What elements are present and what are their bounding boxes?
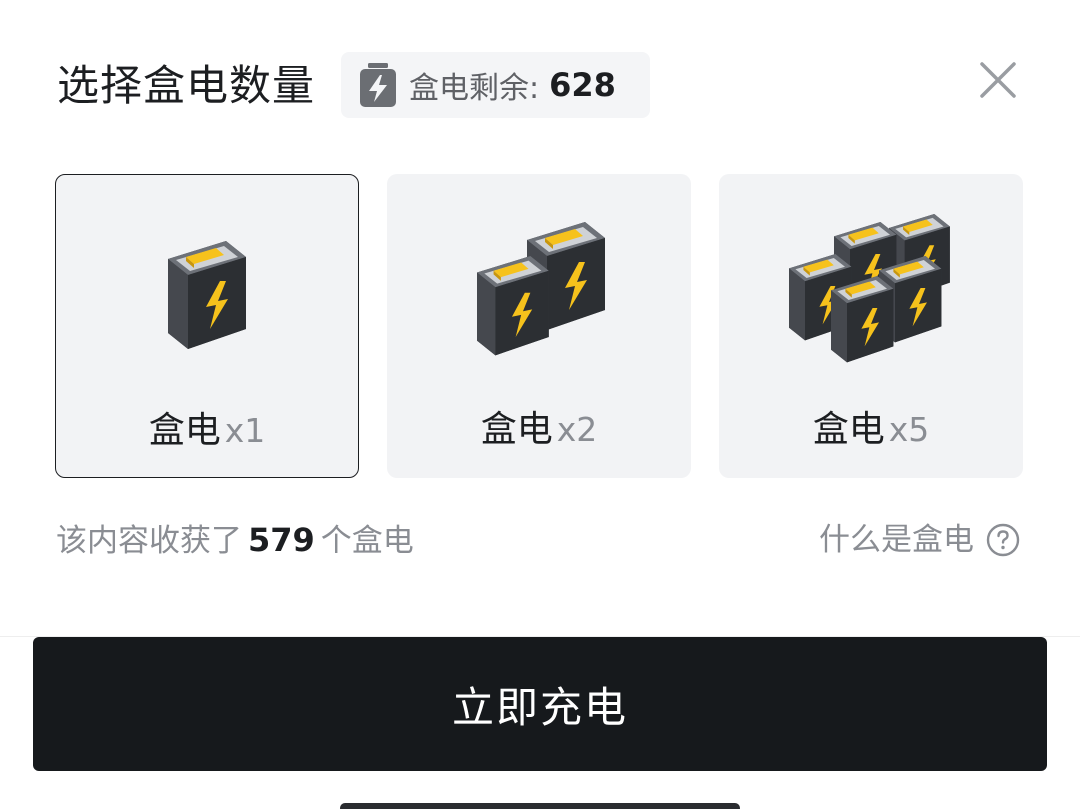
- option-label: 盒电 x5: [719, 408, 1023, 452]
- help-label: 什么是盒电: [819, 522, 974, 558]
- option-name: 盒电: [148, 410, 221, 451]
- balance-value: 628: [549, 66, 616, 104]
- balance-label: 盒电剩余:: [409, 71, 540, 106]
- close-icon[interactable]: [976, 58, 1020, 102]
- option-qty: x1: [224, 411, 266, 450]
- question-circle-icon: [986, 523, 1020, 557]
- option-card-x5[interactable]: 盒电 x5: [719, 174, 1023, 478]
- earned-count: 579: [248, 521, 315, 559]
- option-card-x1[interactable]: 盒电 x1: [55, 174, 359, 478]
- what-is-battery-link[interactable]: 什么是盒电: [819, 518, 1020, 562]
- earned-summary: 该内容收获了 579 个盒电: [56, 518, 414, 563]
- double-battery-icon: [477, 222, 605, 356]
- charge-now-button[interactable]: 立即充电: [33, 637, 1047, 771]
- option-name: 盒电: [812, 409, 885, 450]
- battery-balance-chip: 盒电剩余: 628: [341, 52, 650, 118]
- quantity-options: 盒电 x1 盒电 x2 盒电 x5: [55, 174, 1023, 478]
- battery-pile-icon: [789, 214, 950, 363]
- single-battery-icon: [168, 241, 246, 349]
- battery-bolt-icon: [360, 63, 396, 107]
- option-qty: x5: [888, 410, 930, 449]
- battery-select-sheet: 选择盒电数量 盒电剩余: 628 盒电 x1 盒电 x2 盒电 x5 该内容收获…: [0, 0, 1080, 809]
- option-label: 盒电 x2: [387, 408, 691, 452]
- option-label: 盒电 x1: [56, 409, 358, 453]
- earned-prefix: 该内容收获了: [56, 523, 242, 559]
- option-qty: x2: [556, 410, 598, 449]
- page-title: 选择盒电数量: [57, 61, 316, 110]
- option-name: 盒电: [480, 409, 553, 450]
- home-indicator: [340, 803, 740, 809]
- earned-suffix: 个盒电: [320, 523, 414, 559]
- option-card-x2[interactable]: 盒电 x2: [387, 174, 691, 478]
